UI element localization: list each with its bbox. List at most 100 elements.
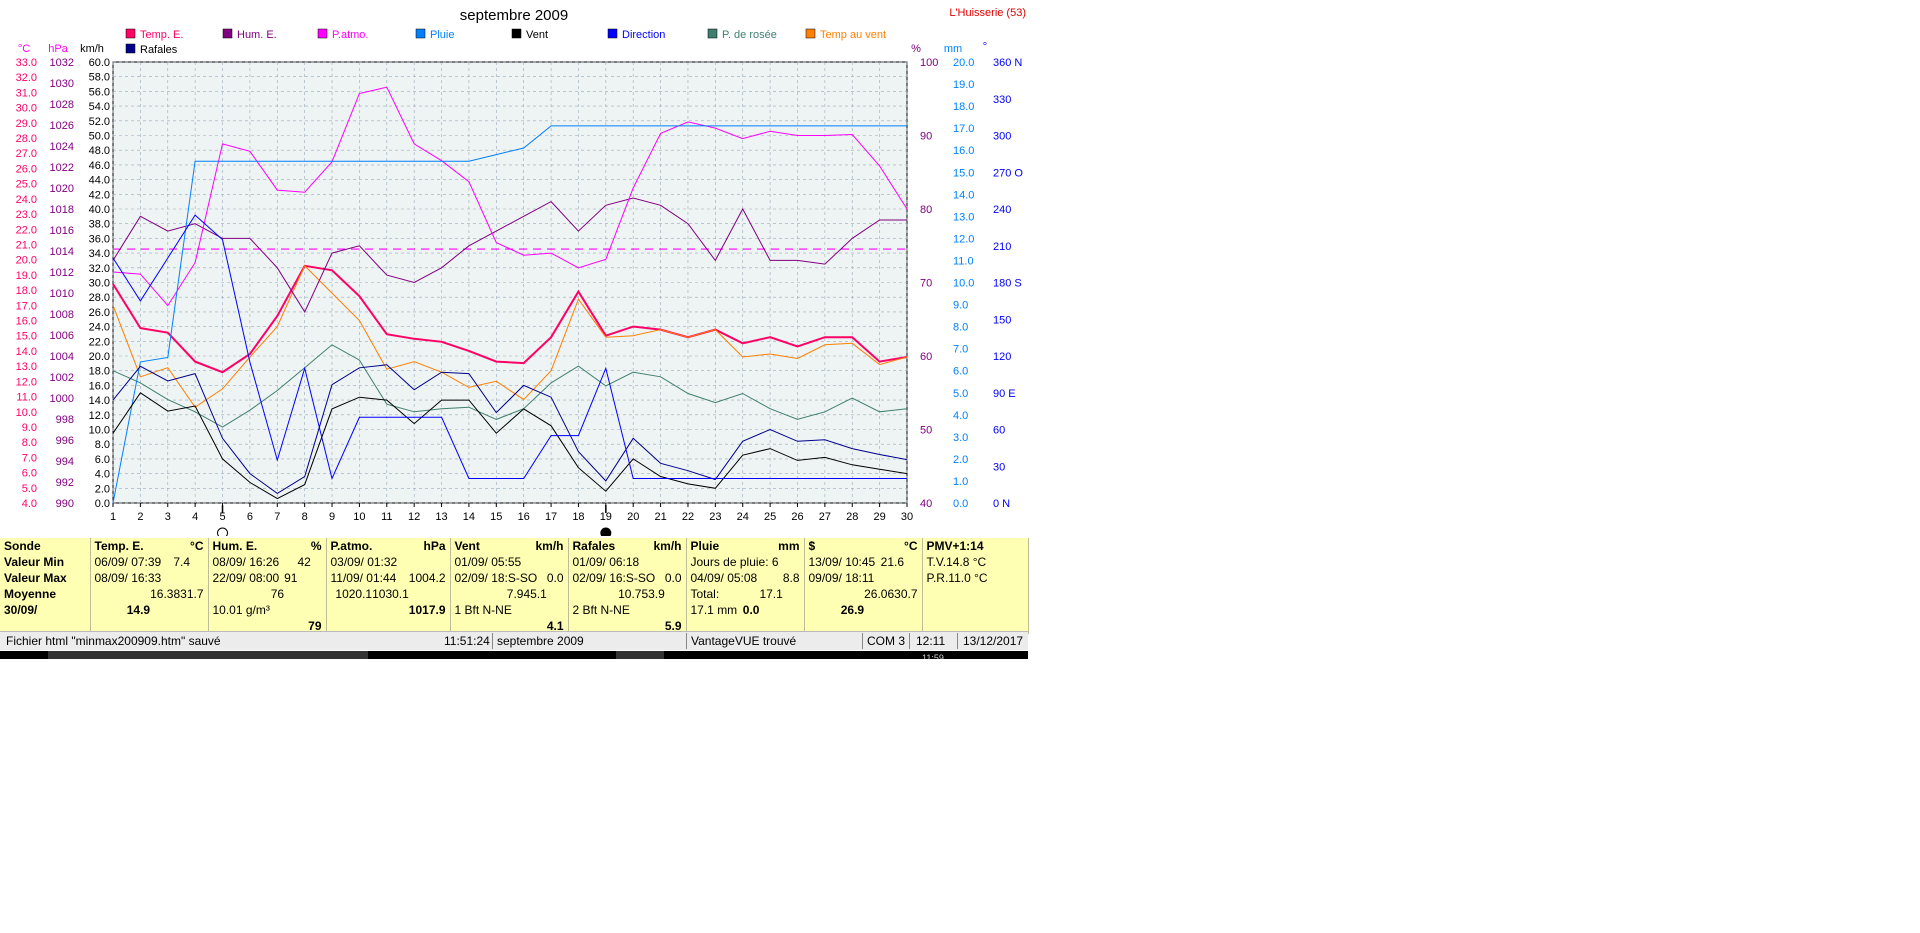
- temp-tick-label: 21.0: [16, 239, 37, 251]
- pressure-tick-label: 998: [56, 414, 74, 426]
- x-tick-label: 10: [353, 511, 365, 523]
- direction-tick-label: 0 N: [993, 498, 1010, 510]
- x-tick-label: 22: [682, 511, 694, 523]
- wind-tick-label: 18.0: [89, 366, 110, 378]
- hum-min-date: 08/09/ 16:26: [212, 555, 280, 569]
- legend-label: Vent: [526, 29, 548, 41]
- pressure-tick-label: 994: [56, 456, 74, 468]
- status-port: COM 3: [867, 634, 906, 648]
- direction-tick-label: 210: [993, 241, 1011, 253]
- pressure-tick-label: 1010: [50, 288, 74, 300]
- rafales-avg: 10.7: [618, 587, 642, 602]
- x-tick-label: 20: [627, 511, 639, 523]
- x-tick-label: 13: [435, 511, 447, 523]
- pluie-extra: 17.1 mm: [690, 603, 738, 617]
- humidity-tick-label: 50: [920, 425, 932, 437]
- s-min-date: 13/09/ 10:45: [808, 555, 876, 569]
- pressure-tick-label: 1024: [50, 141, 74, 153]
- direction-tick-label: 30: [993, 461, 1005, 473]
- temp-tick-label: 19.0: [16, 270, 37, 282]
- chart-title: septembre 2009: [460, 7, 568, 24]
- patmo-avg: 1020.1: [335, 587, 373, 602]
- temp-tick-label: 22.0: [16, 224, 37, 236]
- legend-swatch: [707, 28, 718, 39]
- rain-tick-label: 0.0: [953, 498, 968, 510]
- humidity-tick-label: 80: [920, 204, 932, 216]
- direction-tick-label: 90 E: [993, 388, 1016, 400]
- temp-tick-label: 15.0: [16, 331, 37, 343]
- x-tick-label: 24: [737, 511, 749, 523]
- temp-tick-label: 13.0: [16, 361, 37, 373]
- rain-tick-label: 7.0: [953, 344, 968, 356]
- pressure-tick-label: 1020: [50, 183, 74, 195]
- temp-tick-label: 4.0: [22, 498, 37, 510]
- humidity-tick-label: 40: [920, 498, 932, 510]
- pluie-total: 17.1: [759, 587, 783, 601]
- wind-tick-label: 52.0: [89, 116, 110, 128]
- s-title: $: [808, 539, 816, 553]
- rain-tick-label: 16.0: [953, 145, 974, 157]
- temp-tick-label: 23.0: [16, 209, 37, 221]
- pressure-tick-label: 1012: [50, 267, 74, 279]
- x-tick-label: 3: [165, 511, 171, 523]
- direction-unit-label: °: [983, 41, 987, 53]
- temp-unit-label: °C: [18, 43, 30, 55]
- x-tick-label: 7: [274, 511, 280, 523]
- pluie-current: 0.0: [742, 603, 760, 617]
- wind-tick-label: 28.0: [89, 292, 110, 304]
- legend-label: Pluie: [430, 29, 454, 41]
- pmv-pr: P.R.11.0 °C: [926, 571, 988, 585]
- humidity-tick-label: 60: [920, 351, 932, 363]
- temp-tick-label: 18.0: [16, 285, 37, 297]
- hum-extra: 10.01 g/m³: [212, 603, 270, 617]
- status-time: 11:51:24: [444, 634, 490, 648]
- label-avg: Moyenne: [4, 587, 57, 601]
- wind-tick-label: 10.0: [89, 425, 110, 437]
- pressure-tick-label: 996: [56, 435, 74, 447]
- temp-tick-label: 17.0: [16, 300, 37, 312]
- legend-label: Temp au vent: [820, 29, 886, 41]
- wind-tick-label: 32.0: [89, 263, 110, 275]
- direction-tick-label: 120: [993, 351, 1011, 363]
- legend-swatch: [607, 28, 618, 39]
- legend-label: P. de rosée: [722, 29, 777, 41]
- rain-tick-label: 11.0: [953, 255, 974, 267]
- wind-tick-label: 54.0: [89, 101, 110, 113]
- pluie-max: 8.8: [782, 571, 800, 585]
- status-date: 13/12/2017: [963, 634, 1024, 648]
- temp-max-date: 08/09/ 16:33: [94, 571, 162, 585]
- temp-unit: °C: [190, 539, 204, 553]
- x-tick-label: 25: [764, 511, 776, 523]
- humidity-tick-label: 90: [920, 131, 932, 143]
- legend-label: P.atmo.: [332, 29, 369, 41]
- legend-swatch: [317, 28, 328, 39]
- wind-tick-label: 44.0: [89, 175, 110, 187]
- x-tick-label: 18: [572, 511, 584, 523]
- direction-tick-label: 270 O: [993, 167, 1023, 179]
- label-sonde: Sonde: [4, 539, 41, 553]
- wind-tick-label: 16.0: [89, 380, 110, 392]
- rain-tick-label: 4.0: [953, 410, 968, 422]
- wind-tick-label: 22.0: [89, 336, 110, 348]
- temp-tick-label: 25.0: [16, 179, 37, 191]
- wind-tick-label: 24.0: [89, 322, 110, 334]
- rain-unit-label: mm: [944, 43, 962, 55]
- temp-tick-label: 31.0: [16, 87, 37, 99]
- x-tick-label: 23: [709, 511, 721, 523]
- s-max: 30.7: [894, 587, 918, 602]
- temp-tick-label: 32.0: [16, 72, 37, 84]
- patmo-unit: hPa: [423, 539, 446, 553]
- humidity-unit-label: %: [911, 43, 921, 55]
- pluie-days: Jours de pluie: 6: [690, 555, 779, 569]
- x-tick-label: 21: [654, 511, 666, 523]
- patmo-max: 1030.1: [372, 587, 409, 602]
- wind-tick-label: 36.0: [89, 233, 110, 245]
- x-tick-label: 12: [408, 511, 420, 523]
- temp-tick-label: 12.0: [16, 376, 37, 388]
- temp-avg: 16.38: [150, 587, 181, 602]
- rain-tick-label: 13.0: [953, 211, 974, 223]
- wind-tick-label: 42.0: [89, 189, 110, 201]
- wind-tick-label: 40.0: [89, 204, 110, 216]
- rain-tick-label: 1.0: [953, 476, 968, 488]
- rafales-title: Rafales: [572, 539, 616, 553]
